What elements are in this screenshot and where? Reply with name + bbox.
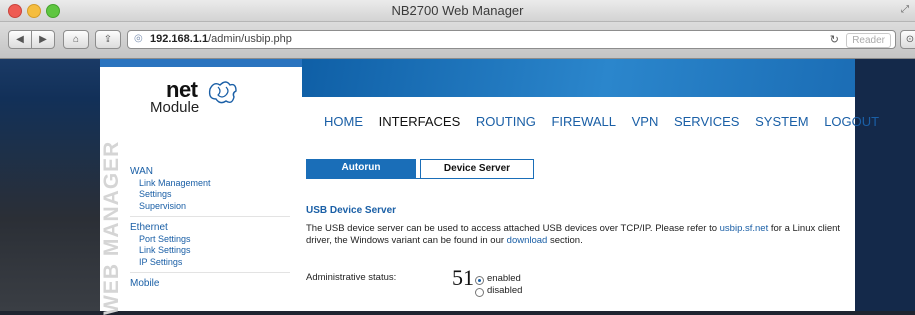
forward-button[interactable]: ▶	[31, 30, 55, 49]
background-left	[0, 59, 100, 311]
sidebar-item-supervision[interactable]: Supervision	[130, 201, 290, 213]
main-nav: HOME INTERFACES ROUTING FIREWALL VPN SER…	[324, 114, 891, 129]
background-right	[855, 59, 915, 311]
fullscreen-icon[interactable]: ⤢	[901, 4, 909, 15]
nav-firewall[interactable]: FIREWALL	[551, 114, 616, 129]
sidebar-item-link-management[interactable]: Link Management	[130, 178, 290, 190]
tab-underline	[306, 178, 534, 179]
nav-logout[interactable]: LOGOUT	[824, 114, 879, 129]
radio-enabled[interactable]	[475, 276, 484, 285]
forward-arrow-icon: ▶	[39, 34, 47, 45]
sidebar-item-port-settings[interactable]: Port Settings	[130, 234, 290, 246]
tab-autorun[interactable]: Autorun	[306, 159, 416, 179]
nav-services[interactable]: SERVICES	[674, 114, 740, 129]
nav-system[interactable]: SYSTEM	[755, 114, 808, 129]
nav-routing[interactable]: ROUTING	[476, 114, 536, 129]
desc-text-3: section.	[547, 235, 583, 246]
sidebar-item-link-settings[interactable]: Link Settings	[130, 245, 290, 257]
nav-interfaces[interactable]: INTERFACES	[379, 114, 461, 129]
sidebar: WAN Link Management Settings Supervision…	[130, 166, 290, 290]
web-page: net Module HOME INTERFACES ROUTING FIREW…	[0, 59, 915, 315]
sidebar-item-ip-settings[interactable]: IP Settings	[130, 257, 290, 269]
sidebar-divider	[130, 216, 290, 217]
section-title: USB Device Server	[306, 205, 397, 216]
url-path: /admin/usbip.php	[208, 33, 292, 45]
sidebar-item-settings[interactable]: Settings	[130, 189, 290, 201]
home-button[interactable]: ⌂	[63, 30, 89, 49]
window-title: NB2700 Web Manager	[391, 3, 524, 18]
back-button[interactable]: ◀	[8, 30, 32, 49]
downloads-icon: ⊙	[905, 34, 915, 45]
sidebar-divider	[130, 272, 290, 273]
share-icon: ⇪	[103, 34, 113, 45]
url-host: 192.168.1.1	[150, 33, 209, 45]
back-arrow-icon: ◀	[16, 34, 24, 45]
sidebar-group-wan[interactable]: WAN	[130, 166, 290, 178]
radio-enabled-label[interactable]: enabled	[487, 273, 521, 284]
header-band-left	[100, 59, 302, 67]
header-band	[302, 59, 855, 97]
desc-text-1: The USB device server can be used to acc…	[306, 223, 720, 234]
share-button[interactable]: ⇪	[95, 30, 121, 49]
nav-vpn[interactable]: VPN	[632, 114, 659, 129]
page-icon: ◎	[134, 33, 143, 44]
downloads-button[interactable]: ⊙	[900, 30, 915, 49]
reload-icon[interactable]: ↻	[830, 33, 839, 46]
logo-brand-bottom: Module	[150, 99, 200, 116]
section-description: The USB device server can be used to acc…	[306, 223, 846, 247]
web-manager-watermark: WEB MANAGER	[95, 141, 125, 315]
reader-button[interactable]: Reader	[846, 33, 891, 48]
content-panel: net Module HOME INTERFACES ROUTING FIREW…	[100, 67, 879, 315]
usbip-link[interactable]: usbip.sf.net	[720, 223, 769, 234]
admin-status-label: Administrative status:	[306, 272, 397, 283]
house-icon: ⌂	[72, 34, 80, 45]
sidebar-group-mobile[interactable]: Mobile	[130, 278, 290, 290]
puzzle-logo-icon	[208, 81, 237, 104]
annotation-number: 51	[452, 265, 474, 290]
nav-home[interactable]: HOME	[324, 114, 363, 129]
window-titlebar: NB2700 Web Manager ⤢	[0, 0, 915, 22]
watermark-text: WEB MANAGER	[100, 140, 123, 315]
address-bar[interactable]: ◎ 192.168.1.1/admin/usbip.php ↻ Reader	[127, 30, 896, 49]
radio-disabled-label[interactable]: disabled	[487, 285, 522, 296]
download-link[interactable]: download	[507, 235, 548, 246]
radio-disabled[interactable]	[475, 288, 484, 297]
browser-toolbar: ◀ ▶ ⌂ ⇪ ◎ 192.168.1.1/admin/usbip.php ↻ …	[0, 22, 915, 59]
url-text: 192.168.1.1/admin/usbip.php	[150, 33, 292, 45]
tab-device-server[interactable]: Device Server	[420, 159, 534, 179]
sidebar-group-ethernet[interactable]: Ethernet	[130, 222, 290, 234]
